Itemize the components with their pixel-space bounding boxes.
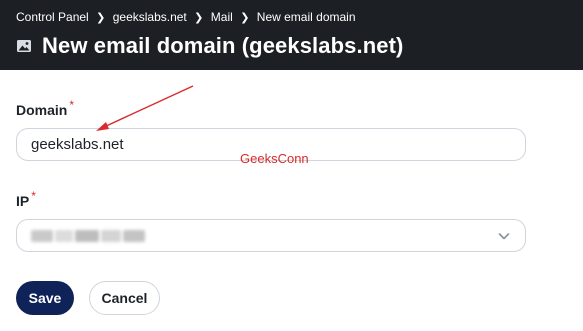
- cancel-button[interactable]: Cancel: [89, 281, 160, 315]
- breadcrumb-separator-icon: ❯: [96, 11, 106, 24]
- breadcrumb-current: New email domain: [256, 10, 356, 24]
- breadcrumb-separator-icon: ❯: [194, 11, 204, 24]
- domain-label: Domain *: [16, 98, 74, 118]
- required-mark: *: [31, 189, 36, 203]
- image-icon: [16, 38, 32, 54]
- domain-label-text: Domain: [16, 102, 68, 118]
- ip-label-text: IP: [16, 193, 30, 209]
- breadcrumb-mail[interactable]: Mail: [211, 10, 233, 24]
- breadcrumb-domain[interactable]: geekslabs.net: [113, 10, 187, 24]
- annotation-arrow-line: [103, 85, 194, 128]
- page-title: New email domain (geekslabs.net): [42, 33, 404, 58]
- watermark-text: GeeksConn: [240, 151, 309, 166]
- page-title-row: New email domain (geekslabs.net): [16, 31, 403, 61]
- domain-input-value: geekslabs.net: [31, 136, 124, 153]
- save-button[interactable]: Save: [16, 281, 74, 315]
- breadcrumb-control-panel[interactable]: Control Panel: [16, 10, 89, 24]
- breadcrumb-separator-icon: ❯: [240, 11, 250, 24]
- chevron-down-icon[interactable]: [497, 229, 511, 243]
- ip-select[interactable]: [16, 219, 526, 252]
- header-bar: Control Panel ❯ geekslabs.net ❯ Mail ❯ N…: [0, 0, 583, 70]
- breadcrumb: Control Panel ❯ geekslabs.net ❯ Mail ❯ N…: [16, 9, 356, 25]
- ip-selected-value-blurred: [31, 229, 145, 242]
- required-mark: *: [69, 98, 75, 112]
- ip-label: IP *: [16, 189, 36, 209]
